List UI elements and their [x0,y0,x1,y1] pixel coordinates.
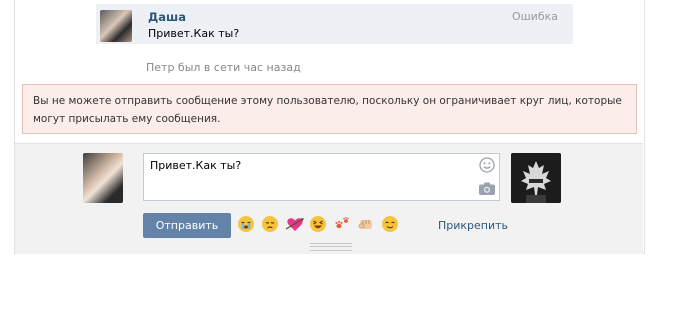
recipient-avatar[interactable] [511,153,561,203]
error-banner: Вы не можете отправить сообщение этому п… [22,84,637,134]
camera-icon[interactable] [479,182,495,195]
message-input[interactable]: Привет.Как ты? [143,153,500,201]
sender-name[interactable]: Даша [148,10,186,24]
compose-area: Привет.Как ты? Отправить Прикрепить [15,143,643,254]
crying-face-icon[interactable] [238,216,254,232]
resize-handle[interactable] [310,243,352,251]
sender-avatar[interactable] [100,10,132,42]
disappointed-face-icon[interactable] [262,216,278,232]
message-row[interactable]: Даша Ошибка Привет.Как ты? [96,4,573,44]
my-avatar[interactable] [83,153,123,203]
last-seen-text: Петр был в сети час назад [146,61,301,74]
laughing-face-icon[interactable] [310,216,326,232]
send-button[interactable]: Отправить [143,213,231,238]
maple-leaf-icon [511,153,561,203]
fist-icon[interactable] [358,216,374,232]
smile-icon[interactable] [479,157,495,173]
message-text: Привет.Как ты? [148,27,240,40]
paw-prints-icon[interactable] [334,216,350,232]
relieved-face-icon[interactable] [382,216,398,232]
attach-link[interactable]: Прикрепить [438,219,508,232]
heart-with-arrow-icon[interactable] [285,216,304,232]
message-error-status: Ошибка [511,10,558,23]
